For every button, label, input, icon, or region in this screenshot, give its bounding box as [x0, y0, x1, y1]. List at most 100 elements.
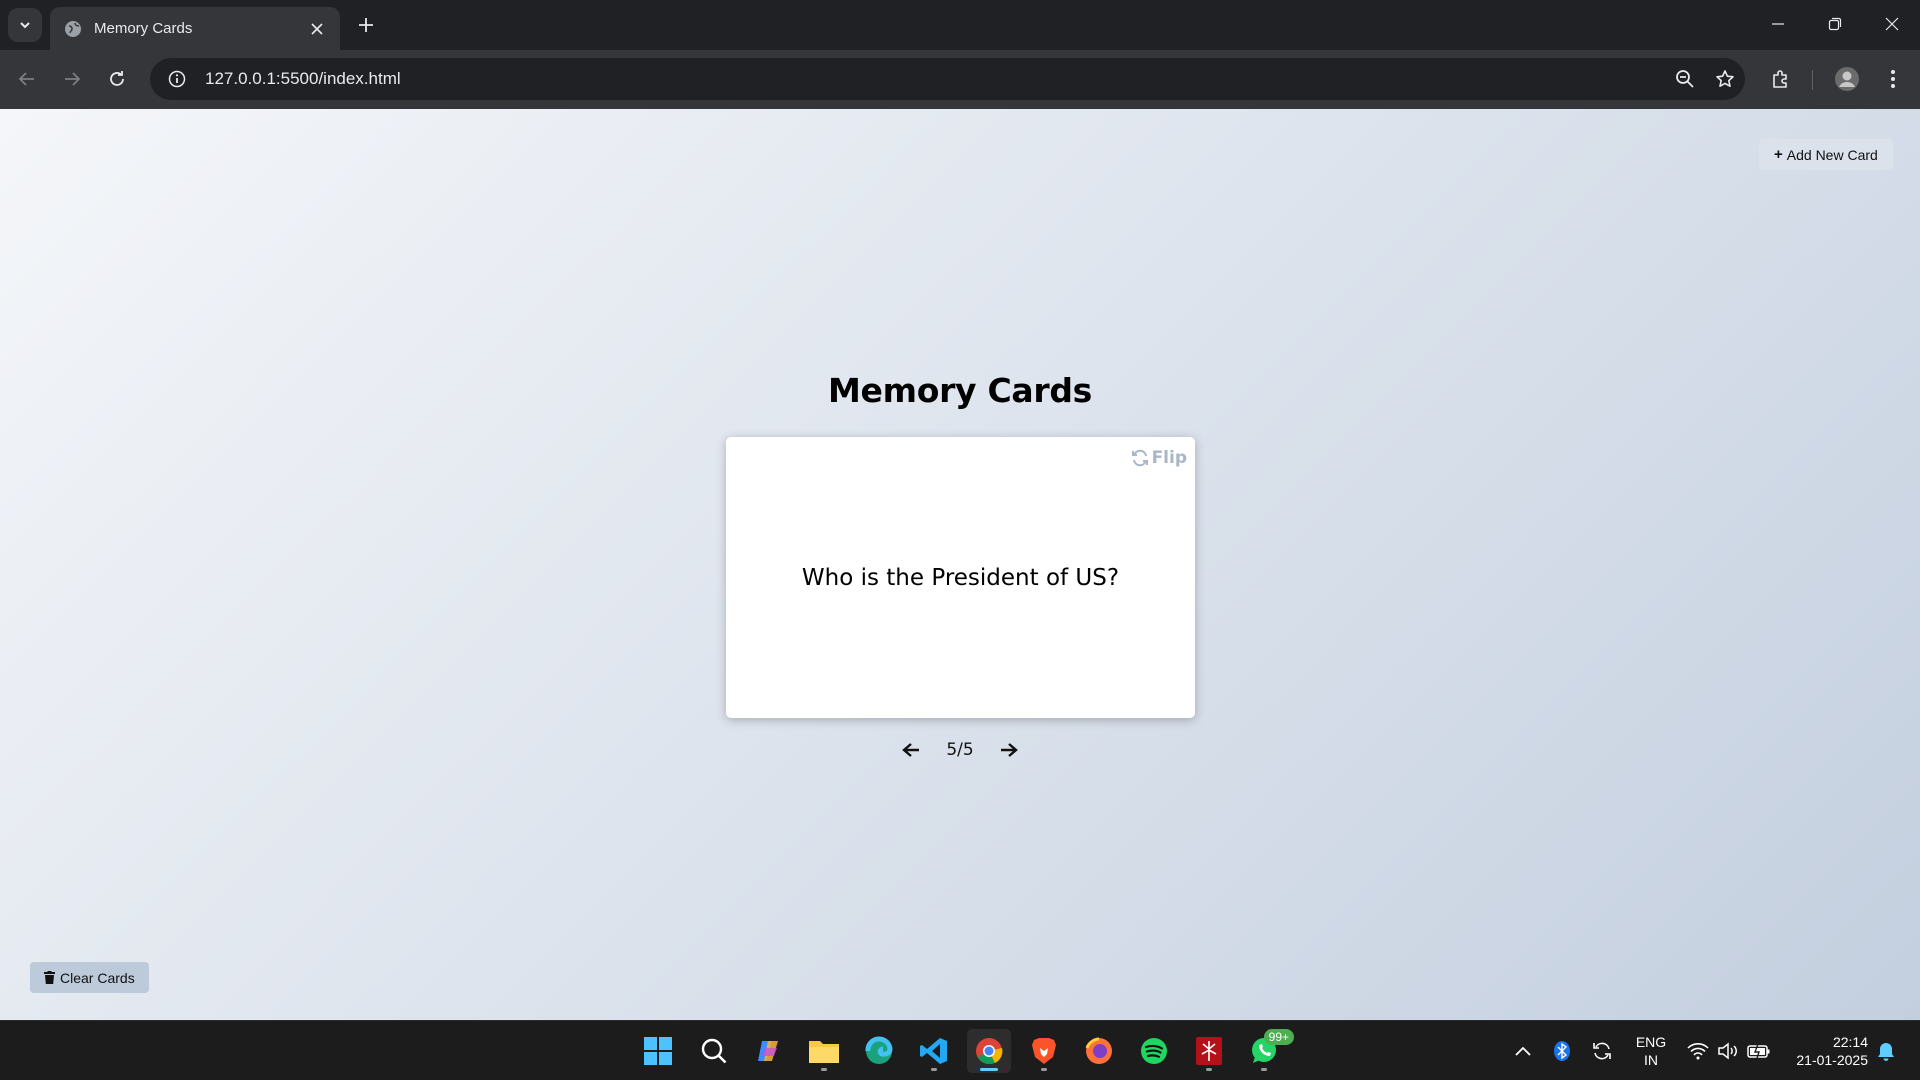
sync-tray[interactable]	[1588, 1021, 1616, 1080]
spiderman-game-app[interactable]	[1187, 1029, 1231, 1073]
chevron-down-icon	[20, 22, 30, 29]
back-button[interactable]	[9, 61, 45, 97]
clear-cards-button[interactable]: Clear Cards	[30, 962, 149, 993]
bluetooth-tray[interactable]	[1549, 1021, 1575, 1080]
zoom-icon[interactable]	[1665, 58, 1705, 100]
spotify-icon	[1141, 1038, 1167, 1064]
browser-menu-button[interactable]	[1875, 61, 1911, 97]
avatar-icon	[1835, 67, 1859, 91]
add-new-card-label: Add New Card	[1786, 146, 1878, 163]
language-indicator[interactable]: ENG IN	[1628, 1021, 1674, 1080]
reload-button[interactable]	[99, 61, 135, 97]
new-tab-button[interactable]	[352, 11, 380, 39]
plus-icon: +	[1774, 146, 1783, 163]
add-new-card-button[interactable]: + Add New Card	[1759, 139, 1893, 170]
spider-icon	[1196, 1037, 1222, 1065]
tab-title: Memory Cards	[94, 20, 193, 37]
firefox-icon	[1085, 1037, 1112, 1064]
wifi-tray[interactable]	[1684, 1021, 1712, 1080]
card-navigation: 5/5	[0, 735, 1920, 765]
spotify-app[interactable]	[1132, 1029, 1176, 1073]
running-indicator	[1041, 1068, 1047, 1071]
forward-button[interactable]	[54, 61, 90, 97]
running-indicator	[821, 1068, 827, 1071]
file-explorer-app[interactable]	[802, 1029, 846, 1073]
extensions-button[interactable]	[1763, 61, 1799, 97]
active-indicator	[980, 1068, 998, 1071]
arrow-right-icon	[1000, 743, 1018, 757]
sync-icon	[1131, 449, 1148, 467]
clear-cards-label: Clear Cards	[60, 969, 135, 986]
whatsapp-app[interactable]: 99+	[1242, 1029, 1294, 1073]
arrow-left-icon	[18, 72, 34, 86]
plus-icon	[359, 18, 373, 32]
restore-button[interactable]	[1806, 0, 1863, 48]
url-text[interactable]: 127.0.0.1:5500/index.html	[205, 69, 1665, 89]
brave-icon	[1032, 1038, 1056, 1064]
tray-overflow-button[interactable]	[1510, 1021, 1536, 1080]
page-title: Memory Cards	[828, 371, 1092, 410]
puzzle-icon	[1773, 70, 1787, 88]
brave-app[interactable]	[1022, 1029, 1066, 1073]
edge-app[interactable]	[857, 1029, 901, 1073]
windows-taskbar: 99+ ENG IN 22:14 21-01-2025	[0, 1020, 1920, 1080]
tab-strip: Memory Cards	[0, 0, 1920, 50]
edge-icon	[865, 1036, 893, 1064]
notification-badge: 99+	[1263, 1029, 1294, 1045]
clock[interactable]: 22:14 21-01-2025	[1784, 1021, 1868, 1080]
battery-tray[interactable]	[1744, 1021, 1774, 1080]
flip-label: Flip	[1151, 448, 1187, 468]
region-code: IN	[1644, 1052, 1658, 1068]
sync-icon	[1593, 1042, 1611, 1060]
more-vertical-icon	[1891, 70, 1895, 88]
tab-close-icon[interactable]	[306, 18, 328, 40]
wifi-icon	[1687, 1043, 1709, 1060]
vscode-app[interactable]	[912, 1029, 956, 1073]
tab-search-button[interactable]	[8, 8, 42, 42]
notifications-button[interactable]	[1874, 1021, 1898, 1080]
minimize-button[interactable]	[1749, 0, 1806, 48]
bookmark-star-icon[interactable]	[1705, 58, 1745, 100]
next-card-button[interactable]	[994, 735, 1024, 765]
browser-toolbar: 127.0.0.1:5500/index.html	[0, 50, 1920, 109]
toolbar-separator	[1812, 70, 1813, 90]
battery-icon	[1747, 1043, 1770, 1059]
clock-time: 22:14	[1832, 1034, 1868, 1050]
language-code: ENG	[1635, 1034, 1667, 1050]
reload-icon	[110, 71, 124, 86]
close-window-button[interactable]	[1863, 0, 1920, 48]
copilot-icon	[758, 1041, 778, 1061]
vscode-icon	[920, 1038, 947, 1064]
running-indicator	[1206, 1068, 1212, 1071]
card-question: Who is the President of US?	[801, 564, 1120, 591]
firefox-app[interactable]	[1077, 1029, 1121, 1073]
bluetooth-icon	[1554, 1041, 1570, 1061]
site-info-icon[interactable]	[157, 58, 197, 100]
clock-date: 21-01-2025	[1796, 1052, 1868, 1068]
window-controls	[1749, 0, 1920, 48]
arrow-right-icon	[65, 72, 81, 86]
taskbar-search-button[interactable]	[692, 1029, 736, 1073]
search-icon	[701, 1038, 727, 1064]
address-bar[interactable]: 127.0.0.1:5500/index.html	[150, 58, 1745, 100]
volume-tray[interactable]	[1714, 1021, 1742, 1080]
copilot-app[interactable]	[747, 1029, 791, 1073]
speaker-icon	[1718, 1042, 1737, 1060]
profile-avatar[interactable]	[1829, 61, 1865, 97]
flip-button[interactable]: Flip	[1131, 448, 1187, 468]
trash-icon	[44, 971, 55, 984]
folder-icon	[809, 1041, 839, 1063]
page-content: + Add New Card Memory Cards Who is the P…	[0, 109, 1920, 1020]
browser-tab[interactable]: Memory Cards	[50, 7, 340, 50]
chrome-app[interactable]	[967, 1029, 1011, 1073]
arrow-left-icon	[902, 743, 920, 757]
prev-card-button[interactable]	[896, 735, 926, 765]
windows-logo-icon	[644, 1037, 672, 1065]
start-button[interactable]	[636, 1029, 680, 1073]
running-indicator	[1261, 1068, 1267, 1071]
running-indicator	[931, 1068, 937, 1071]
card-counter: 5/5	[946, 740, 974, 760]
chrome-icon	[976, 1038, 1003, 1065]
chevron-up-icon	[1515, 1046, 1531, 1056]
memory-card[interactable]: Who is the President of US? Flip	[726, 437, 1195, 718]
